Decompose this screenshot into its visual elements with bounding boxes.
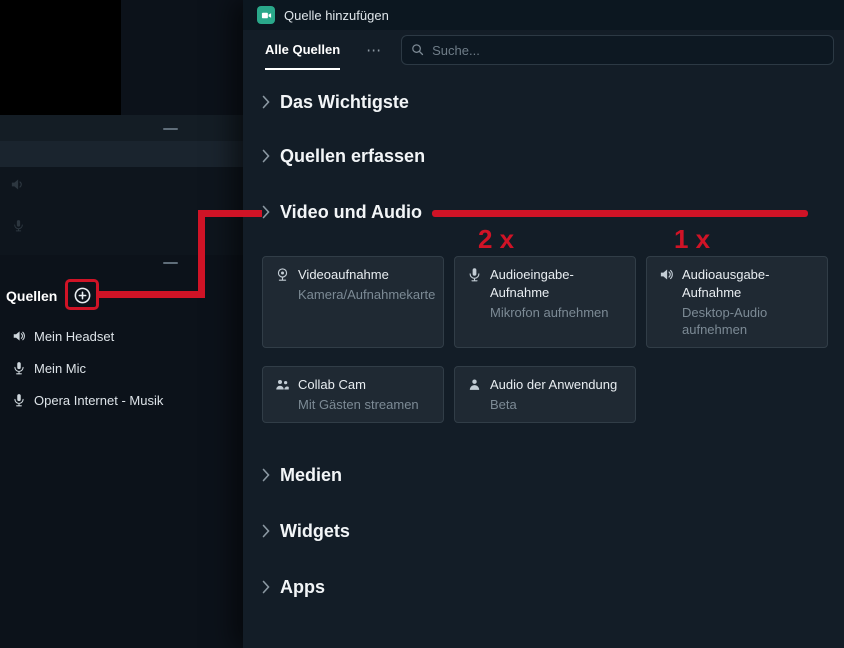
card-text: Audioausgabe-Aufnahme Desktop-Audio aufn… [682,266,815,338]
card-collab-cam[interactable]: Collab Cam Mit Gästen streamen [262,366,444,423]
source-item-label: Mein Headset [34,328,115,344]
section-label: Apps [280,576,325,597]
speaker-icon [659,267,674,282]
chevron-right-icon [262,468,270,482]
card-text: Collab Cam Mit Gästen streamen [298,376,431,413]
section-capture[interactable]: Quellen erfassen [262,142,425,170]
card-text: Audioeingabe-Aufnahme Mikrofon aufnehmen [490,266,623,321]
scene-row[interactable] [0,141,243,167]
dialog-titlebar: Quelle hinzufügen [243,0,844,30]
section-video-audio[interactable]: Video und Audio [262,198,422,226]
panel-resize-handle[interactable] [163,262,178,264]
section-media[interactable]: Medien [262,461,342,489]
card-title: Audio der Anwendung [490,377,618,392]
card-subtitle: Mit Gästen streamen [298,397,419,412]
card-video-capture[interactable]: Videoaufnahme Kamera/Aufnahmekarte [262,256,444,348]
card-subtitle: Desktop-Audio aufnehmen [682,305,768,337]
section-label: Medien [280,464,343,485]
source-list-item[interactable]: Mein Mic [0,352,243,384]
sources-panel-title: Quellen [6,288,58,304]
chevron-right-icon [262,95,270,109]
source-list: Mein Headset Mein Mic Opera Internet - M… [0,320,243,416]
tab-all-sources[interactable]: Alle Quellen [265,30,341,70]
section-apps[interactable]: Apps [262,573,325,601]
source-type-grid: Videoaufnahme Kamera/Aufnahmekarte Audio… [262,256,828,423]
card-text: Videoaufnahme Kamera/Aufnahmekarte [298,266,436,303]
editor-viewport [0,0,121,115]
card-title: Collab Cam [298,377,366,392]
panel-divider [0,115,243,141]
webcam-icon [275,267,290,282]
section-widgets[interactable]: Widgets [262,517,350,545]
users-icon [275,377,290,392]
dialog-tabbar: Alle Quellen ⋯ [243,30,844,70]
sources-panel-header: Quellen [0,280,243,312]
add-source-dialog: Quelle hinzufügen Alle Quellen ⋯ Das Wic… [243,0,844,648]
dialog-title: Quelle hinzufügen [284,7,389,23]
tabs-more-button[interactable]: ⋯ [366,41,383,59]
speaker-icon [10,177,25,192]
source-list-item[interactable]: Mein Headset [0,320,243,352]
user-icon [467,377,482,392]
section-label: Widgets [280,520,350,541]
card-application-audio[interactable]: Audio der Anwendung Beta [454,366,636,423]
panel-resize-handle[interactable] [163,128,178,130]
source-list-item[interactable]: Opera Internet - Musik [0,384,243,416]
source-item-label: Opera Internet - Musik [34,392,164,408]
card-subtitle: Kamera/Aufnahmekarte [298,287,436,302]
mixer-panel [0,167,243,255]
microphone-icon [12,361,26,375]
microphone-icon [12,219,25,233]
streamlabs-logo-icon [257,6,275,24]
card-subtitle: Mikrofon aufnehmen [490,305,609,320]
source-item-label: Mein Mic [34,360,87,376]
chevron-right-icon [262,149,270,163]
chevron-right-icon [262,524,270,538]
main-app-background: Quellen Mein Headset Mein Mic Opera Inte… [0,0,243,648]
microphone-icon [12,393,26,407]
chevron-right-icon [262,205,270,219]
speaker-icon [12,329,26,343]
chevron-right-icon [262,580,270,594]
search-container [401,35,834,65]
card-audio-input-capture[interactable]: Audioeingabe-Aufnahme Mikrofon aufnehmen [454,256,636,348]
search-input[interactable] [401,35,834,65]
section-essentials[interactable]: Das Wichtigste [262,88,409,116]
add-source-button[interactable] [73,286,92,305]
dialog-body: Das Wichtigste Quellen erfassen Video un… [243,88,844,601]
section-label: Quellen erfassen [280,145,426,166]
card-title: Audioeingabe-Aufnahme [490,267,574,300]
card-title: Audioausgabe-Aufnahme [682,267,770,300]
card-title: Videoaufnahme [298,267,389,282]
section-label: Video und Audio [280,201,422,222]
card-subtitle: Beta [490,397,517,412]
section-label: Das Wichtigste [280,91,409,112]
microphone-icon [467,267,482,282]
card-audio-output-capture[interactable]: Audioausgabe-Aufnahme Desktop-Audio aufn… [646,256,828,348]
card-text: Audio der Anwendung Beta [490,376,623,413]
screen: Quellen Mein Headset Mein Mic Opera Inte… [0,0,844,648]
